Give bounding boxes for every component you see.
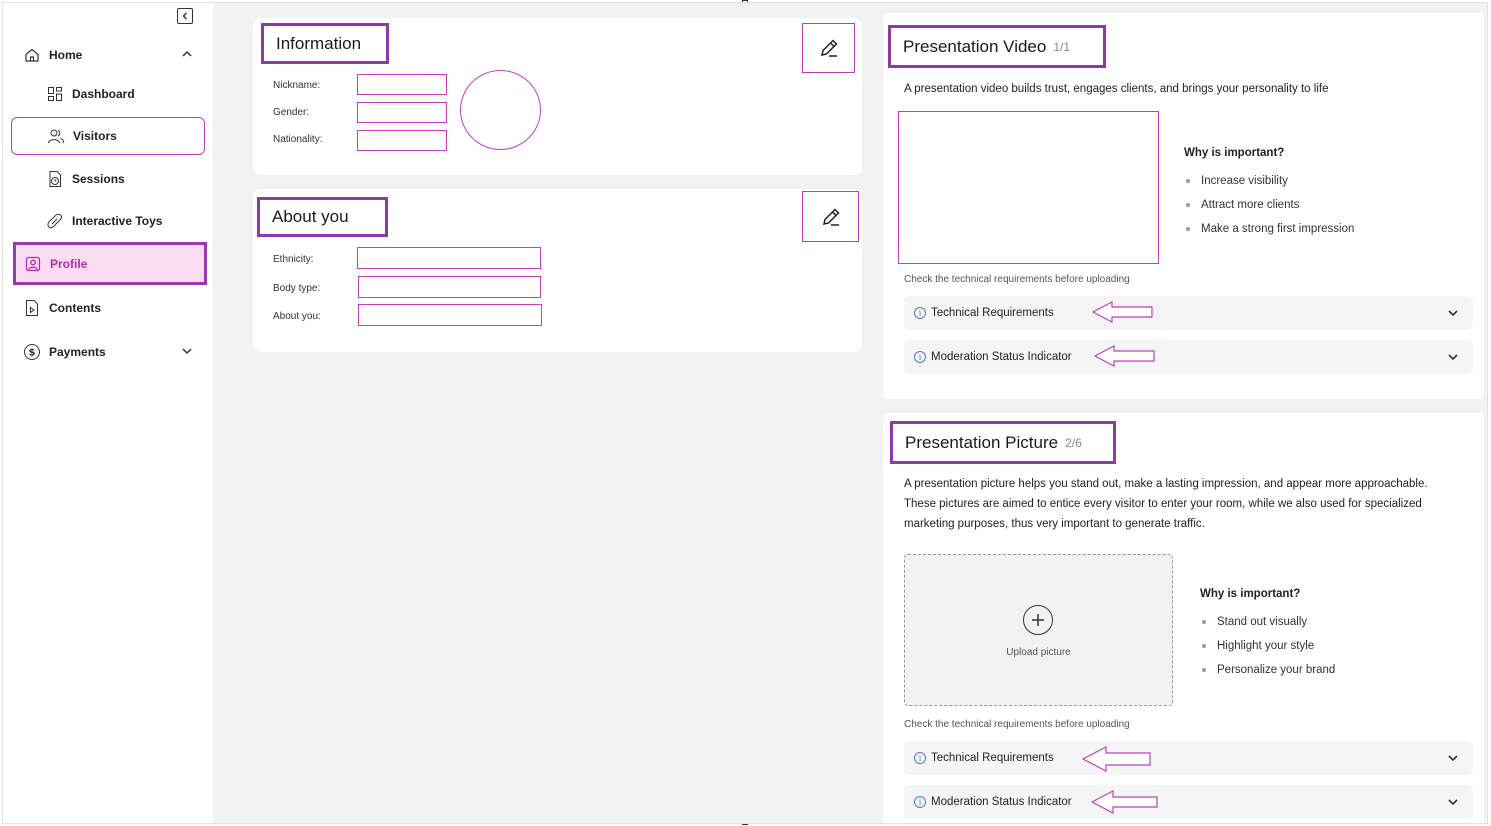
presentation-video-card: Presentation Video 1/1 A presentation vi…: [883, 13, 1484, 399]
video-description: A presentation video builds trust, engag…: [904, 83, 1329, 95]
list-item: Increase visibility: [1184, 174, 1354, 198]
sidebar: Home Dashboard Visitors Sessions Interac…: [3, 3, 213, 823]
pencil-icon: [820, 39, 838, 57]
gender-field[interactable]: [357, 102, 447, 123]
list-item: Highlight your style: [1200, 639, 1335, 663]
ethnicity-field[interactable]: [357, 247, 541, 269]
sidebar-item-label: Sessions: [72, 172, 125, 186]
sidebar-item-home[interactable]: Home: [11, 36, 205, 74]
chevron-down-icon: [1448, 755, 1458, 762]
sessions-icon: [46, 170, 64, 188]
chevron-left-icon: [182, 12, 187, 20]
video-upload-area[interactable]: [898, 111, 1159, 264]
information-card: Information Nickname: Gender: Nationalit…: [253, 18, 862, 175]
info-icon: i: [914, 796, 926, 808]
home-icon: [23, 46, 41, 64]
chevron-down-icon: [1448, 354, 1458, 361]
video-moderation-status-accordion[interactable]: i Moderation Status Indicator: [904, 340, 1473, 374]
avatar[interactable]: [460, 70, 541, 150]
sidebar-item-label: Visitors: [73, 129, 117, 143]
sidebar-item-label: Home: [49, 48, 83, 62]
chevron-up-icon[interactable]: [181, 48, 193, 60]
sidebar-item-label: Profile: [50, 256, 88, 271]
nickname-label: Nickname:: [273, 80, 321, 91]
sidebar-item-label: Interactive Toys: [72, 214, 163, 228]
info-icon: i: [914, 351, 926, 363]
about-you-title: About you: [257, 197, 388, 237]
list-item: Make a strong first impression: [1184, 222, 1354, 246]
presentation-video-title: Presentation Video 1/1: [888, 25, 1106, 68]
edit-information-button[interactable]: [802, 23, 855, 73]
video-technical-requirements-accordion[interactable]: i Technical Requirements: [904, 296, 1473, 330]
sidebar-item-label: Payments: [49, 345, 106, 359]
nationality-label: Nationality:: [273, 134, 323, 145]
list-item: Stand out visually: [1200, 615, 1335, 639]
payments-icon: $: [23, 343, 41, 361]
presentation-picture-title: Presentation Picture 2/6: [890, 421, 1116, 464]
ethnicity-label: Ethnicity:: [273, 254, 314, 265]
sidebar-item-payments[interactable]: $ Payments: [11, 333, 205, 371]
about-you-label: About you:: [273, 311, 321, 322]
sidebar-item-interactive-toys[interactable]: Interactive Toys: [11, 202, 205, 240]
upload-picture-label: Upload picture: [1006, 647, 1071, 658]
nationality-field[interactable]: [357, 130, 447, 151]
annotation-arrow-icon: [1082, 746, 1151, 772]
annotation-arrow-icon: [1092, 301, 1153, 323]
picture-why-title: Why is important?: [1200, 588, 1301, 600]
collapse-sidebar-button[interactable]: [177, 8, 193, 24]
gender-label: Gender:: [273, 107, 310, 118]
video-count: 1/1: [1053, 39, 1071, 54]
sidebar-item-visitors[interactable]: Visitors: [11, 117, 205, 155]
list-item: Personalize your brand: [1200, 663, 1335, 687]
info-icon: i: [914, 307, 926, 319]
dashboard-icon: [46, 85, 64, 103]
chevron-down-icon: [1448, 799, 1458, 806]
sidebar-item-sessions[interactable]: Sessions: [11, 160, 205, 198]
annotation-arrow-icon: [1091, 790, 1158, 814]
upload-picture-area[interactable]: Upload picture: [904, 554, 1173, 706]
picture-count: 2/6: [1065, 435, 1082, 450]
sidebar-item-label: Dashboard: [72, 87, 135, 101]
about-you-field[interactable]: [358, 304, 542, 326]
picture-benefits-list: Stand out visually Highlight your style …: [1200, 615, 1335, 687]
body-type-label: Body type:: [273, 283, 321, 294]
video-benefits-list: Increase visibility Attract more clients…: [1184, 174, 1354, 246]
sidebar-item-profile[interactable]: Profile: [13, 242, 207, 285]
picture-description: A presentation picture helps you stand o…: [904, 478, 1428, 530]
picture-technical-requirements-accordion[interactable]: i Technical Requirements: [904, 741, 1473, 775]
edit-about-you-button[interactable]: [802, 191, 859, 242]
main-content: Information Nickname: Gender: Nationalit…: [213, 3, 1487, 823]
svg-text:$: $: [29, 348, 36, 359]
sidebar-item-dashboard[interactable]: Dashboard: [11, 75, 205, 113]
about-you-card: About you Ethnicity: Body type: About yo…: [253, 189, 862, 352]
contents-icon: [23, 299, 41, 317]
info-icon: i: [914, 752, 926, 764]
sidebar-item-label: Contents: [49, 301, 101, 315]
pencil-icon: [822, 207, 840, 226]
picture-hint: Check the technical requirements before …: [904, 719, 1130, 730]
sidebar-item-contents[interactable]: Contents: [11, 289, 205, 327]
video-hint: Check the technical requirements before …: [904, 274, 1130, 285]
chevron-down-icon[interactable]: [181, 345, 193, 357]
picture-moderation-status-accordion[interactable]: i Moderation Status Indicator: [904, 785, 1473, 819]
presentation-picture-card: Presentation Picture 2/6 A presentation …: [883, 413, 1484, 823]
annotation-arrow-icon: [1094, 345, 1155, 367]
profile-icon: [24, 255, 42, 273]
app-window: Home Dashboard Visitors Sessions Interac…: [2, 2, 1488, 824]
plus-icon: [1023, 605, 1053, 635]
information-title: Information: [261, 23, 389, 64]
chevron-down-icon: [1448, 310, 1458, 317]
nickname-field[interactable]: [357, 74, 447, 95]
video-why-title: Why is important?: [1184, 147, 1285, 159]
body-type-field[interactable]: [358, 276, 541, 298]
list-item: Attract more clients: [1184, 198, 1354, 222]
visitors-icon: [47, 127, 65, 145]
toys-icon: [46, 212, 64, 230]
